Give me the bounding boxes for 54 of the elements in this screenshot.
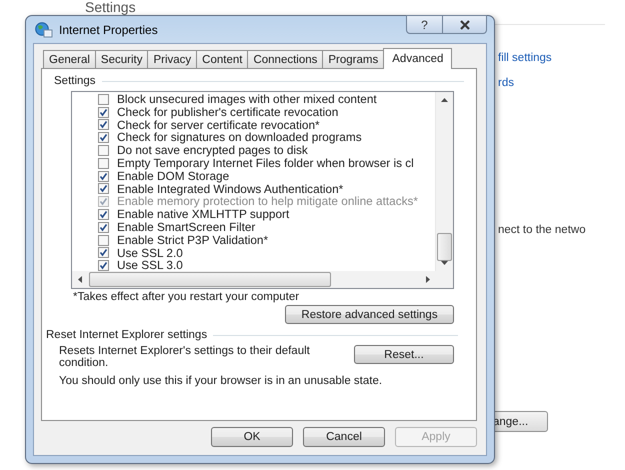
checkbox[interactable]	[98, 145, 109, 156]
option-label[interactable]: Block unsecured images with other mixed content	[117, 93, 377, 106]
tab[interactable]: Connections	[247, 50, 324, 68]
checkbox[interactable]	[98, 106, 109, 118]
checkbox[interactable]	[98, 119, 109, 130]
checkbox[interactable]	[98, 158, 109, 169]
checkbox[interactable]	[98, 170, 109, 182]
settings-link[interactable]: fill settings	[498, 52, 552, 64]
group-label: Reset Internet Explorer settings	[46, 329, 208, 341]
tab[interactable]: Privacy	[147, 50, 198, 68]
tab[interactable]: Programs	[322, 50, 384, 68]
checkbox[interactable]	[98, 132, 109, 144]
option-label[interactable]: Enable DOM Storage	[117, 170, 230, 183]
settings-link[interactable]: rds	[498, 77, 514, 89]
checkbox[interactable]	[98, 247, 109, 258]
checkbox[interactable]	[98, 209, 109, 220]
dialog-button[interactable]: OK	[211, 427, 293, 447]
option-label[interactable]: Empty Temporary Internet Files folder when browser is cl	[117, 156, 414, 170]
tab[interactable]: General	[43, 50, 96, 68]
checkbox[interactable]	[98, 222, 109, 233]
close-button[interactable]	[443, 15, 487, 34]
vertical-scrollbar[interactable]	[435, 92, 453, 271]
option-label[interactable]: Do not save encrypted pages to disk	[117, 144, 308, 157]
tab[interactable]: Content	[196, 50, 248, 68]
help-button[interactable]: ?	[406, 15, 443, 34]
tab[interactable]: Security	[94, 50, 148, 68]
checkbox[interactable]	[98, 94, 109, 105]
option-label[interactable]: Enable Integrated Windows Authentication*	[117, 182, 344, 196]
globe-icon	[35, 22, 53, 38]
option-label[interactable]: Enable native XMLHTTP support	[117, 208, 290, 221]
scroll-thumb[interactable]	[89, 272, 331, 287]
scroll-thumb[interactable]	[437, 233, 452, 261]
reset-description: Resets Internet Explorer's settings to their default condition.	[59, 345, 311, 369]
group-label: Settings	[54, 75, 96, 87]
tab[interactable]: Advanced	[383, 48, 452, 69]
checkbox[interactable]	[98, 260, 109, 271]
option-label[interactable]: Enable SmartScreen Filter	[117, 220, 256, 234]
close-icon	[458, 20, 472, 30]
reset-note: You should only use this if your browser is in an unusable state.	[59, 375, 384, 387]
option-label[interactable]: Check for publisher's certificate revocation	[117, 106, 338, 119]
checkbox[interactable]	[98, 234, 109, 246]
dialog-button[interactable]: Cancel	[303, 427, 385, 447]
option-label[interactable]: Check for signatures on downloaded programs	[117, 131, 362, 144]
setting-text: nect to the netwo	[498, 224, 586, 236]
checkbox[interactable]	[98, 183, 109, 194]
window-title: Internet Properties	[59, 22, 159, 36]
option-label[interactable]: Check for server certificate revocation*	[117, 118, 320, 132]
reset-button[interactable]: Reset...	[354, 345, 454, 364]
page-heading: Settings	[85, 0, 136, 15]
footnote: *Takes effect after you restart your computer	[73, 291, 300, 303]
option-label[interactable]: Use SSL 2.0	[117, 246, 183, 260]
option-label[interactable]: Use SSL 3.0	[117, 259, 183, 271]
option-label[interactable]: Enable Strict P3P Validation*	[117, 234, 268, 247]
restore-button[interactable]: Restore advanced settings	[285, 305, 454, 324]
